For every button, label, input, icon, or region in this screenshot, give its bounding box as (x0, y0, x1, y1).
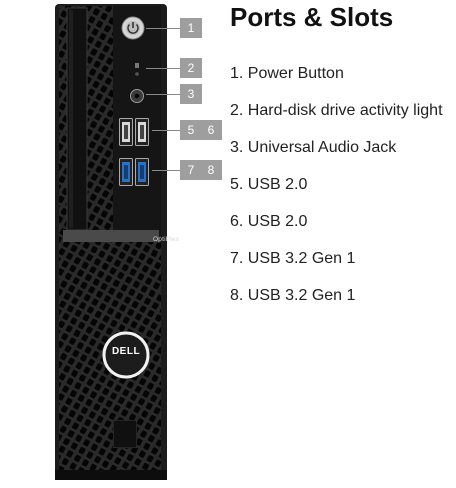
callout-badge-5: 5 (180, 120, 202, 140)
page-title: Ports & Slots (230, 2, 394, 32)
list-item: 7. USB 3.2 Gen 1 (230, 250, 356, 267)
callout-badge-8: 8 (200, 160, 222, 180)
leader-line (152, 130, 180, 131)
hdd-activity-light-icon (135, 63, 139, 76)
model-badge: OptiPlex (153, 236, 180, 243)
list-item: 1. Power Button (230, 65, 344, 82)
leader-line (152, 170, 180, 171)
desktop-tower-image: DELL OptiPlex (55, 4, 179, 480)
service-tag-plate (113, 420, 137, 448)
callout-badge-7: 7 (180, 160, 202, 180)
list-item: 8. USB 3.2 Gen 1 (230, 287, 356, 304)
usb-2-port-icon[interactable] (135, 118, 149, 146)
callout-badge-6: 6 (200, 120, 222, 140)
leader-line (146, 94, 180, 95)
list-item: 2. Hard-disk drive activity light (230, 102, 443, 119)
leader-line (146, 68, 180, 69)
ports-list: 1. Power Button 2. Hard-disk drive activ… (230, 60, 443, 319)
power-button-icon[interactable] (121, 16, 145, 40)
callout-badge-2: 2 (180, 58, 202, 78)
dell-logo-text: DELL (111, 346, 141, 357)
leader-line (146, 28, 180, 29)
callout-badge-1: 1 (180, 18, 202, 38)
usb-3-port-icon[interactable] (135, 158, 149, 186)
list-item: 5. USB 2.0 (230, 176, 308, 193)
usb-2-port-icon[interactable] (119, 118, 133, 146)
callout-badge-3: 3 (180, 84, 202, 104)
list-item: 6. USB 2.0 (230, 213, 308, 230)
usb-3-port-icon[interactable] (119, 158, 133, 186)
audio-jack-icon[interactable] (129, 86, 145, 104)
list-item: 3. Universal Audio Jack (230, 139, 397, 156)
